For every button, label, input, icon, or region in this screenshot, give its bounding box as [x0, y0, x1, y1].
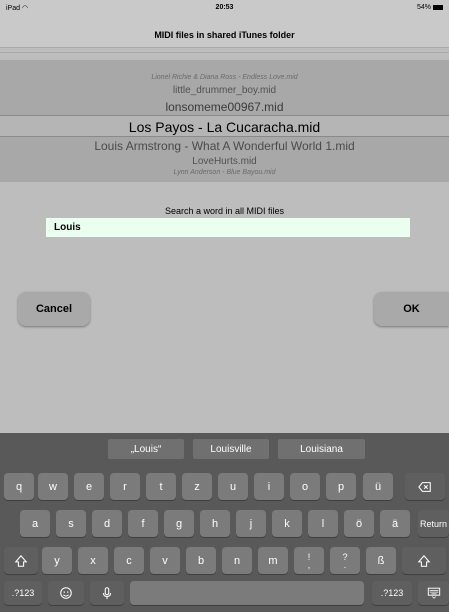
key-u-umlaut[interactable]: ü [363, 473, 393, 500]
status-time: 20:53 [215, 4, 234, 11]
key-s[interactable]: s [56, 510, 86, 537]
search-label: Search a word in all MIDI files [164, 206, 285, 216]
key-i[interactable]: i [254, 473, 284, 500]
key-row3-5[interactable]: n [222, 547, 252, 574]
shift-icon [14, 554, 28, 567]
ok-button[interactable]: OK [374, 292, 449, 326]
key-u[interactable]: u [218, 473, 248, 500]
midi-file-picker[interactable]: Lionel Richie & Diana Ross - Endless Lov… [0, 60, 449, 182]
suggestion-3[interactable]: Louisiana [278, 439, 365, 459]
key-row3-1[interactable]: x [78, 547, 108, 574]
key-row3-3[interactable]: v [150, 547, 180, 574]
space-key[interactable] [130, 581, 364, 605]
key-r[interactable]: r [110, 473, 140, 500]
key-ö[interactable]: ö [344, 510, 374, 537]
key-t[interactable]: t [146, 473, 176, 500]
page-title: MIDI files in shared iTunes folder [154, 30, 295, 40]
key-h[interactable]: h [200, 510, 230, 537]
picker-row[interactable]: LoveHurts.mid [0, 156, 449, 167]
shift-icon [417, 554, 431, 567]
picker-row-selected[interactable]: Los Payos - La Cucaracha.mid [0, 115, 449, 137]
search-input[interactable] [46, 218, 410, 237]
picker-row[interactable]: Louis Armstrong - What A Wonderful World… [0, 139, 449, 153]
backspace-icon [418, 481, 431, 492]
key-k[interactable]: k [272, 510, 302, 537]
key-row3-8[interactable]: ?. [330, 547, 360, 574]
cancel-button[interactable]: Cancel [18, 292, 90, 326]
numbers-key-right[interactable]: .?123 [372, 581, 412, 605]
shift-key-left[interactable] [4, 547, 38, 574]
key-f[interactable]: f [128, 510, 158, 537]
status-battery: 54% [417, 4, 443, 11]
picker-row[interactable]: lonsomeme00967.mid [0, 100, 449, 114]
key-row3-9[interactable]: ß [366, 547, 396, 574]
backspace-key[interactable] [405, 473, 445, 500]
key-q[interactable]: q [4, 473, 34, 500]
hide-keyboard-key[interactable] [418, 581, 449, 605]
emoji-icon [60, 587, 72, 599]
divider [0, 52, 449, 53]
return-key[interactable]: Return [418, 510, 449, 537]
key-row3-2[interactable]: c [114, 547, 144, 574]
keyboard-hide-icon [427, 587, 440, 599]
key-a[interactable]: a [20, 510, 50, 537]
mic-key[interactable] [90, 581, 124, 605]
battery-icon [433, 4, 443, 10]
key-d[interactable]: d [92, 510, 122, 537]
key-e[interactable]: e [74, 473, 104, 500]
key-p[interactable]: p [326, 473, 356, 500]
key-row3-0[interactable]: y [42, 547, 72, 574]
keyboard: „Louis“ Louisville Louisiana q w e r t z… [0, 433, 449, 612]
picker-row[interactable]: little_drummer_boy.mid [0, 85, 449, 96]
picker-row[interactable]: Lionel Richie & Diana Ross - Endless Lov… [0, 74, 449, 81]
key-j[interactable]: j [236, 510, 266, 537]
picker-row[interactable]: Lynn Anderson - Blue Bayou.mid [0, 169, 449, 176]
nav-bar: MIDI files in shared iTunes folder [0, 16, 449, 48]
key-row3-4[interactable]: b [186, 547, 216, 574]
key-row3-6[interactable]: m [258, 547, 288, 574]
shift-key-right[interactable] [402, 547, 446, 574]
microphone-icon [102, 587, 112, 600]
key-o[interactable]: o [290, 473, 320, 500]
key-w[interactable]: w [38, 473, 68, 500]
numbers-key-left[interactable]: .?123 [4, 581, 42, 605]
key-row3-7[interactable]: !, [294, 547, 324, 574]
key-z[interactable]: z [182, 473, 212, 500]
suggestion-1[interactable]: „Louis“ [108, 439, 184, 459]
emoji-key[interactable] [48, 581, 84, 605]
suggestion-2[interactable]: Louisville [193, 439, 269, 459]
key-l[interactable]: l [308, 510, 338, 537]
key-g[interactable]: g [164, 510, 194, 537]
status-bar: iPad ◠ 20:53 54% [0, 0, 449, 16]
key-ä[interactable]: ä [380, 510, 410, 537]
